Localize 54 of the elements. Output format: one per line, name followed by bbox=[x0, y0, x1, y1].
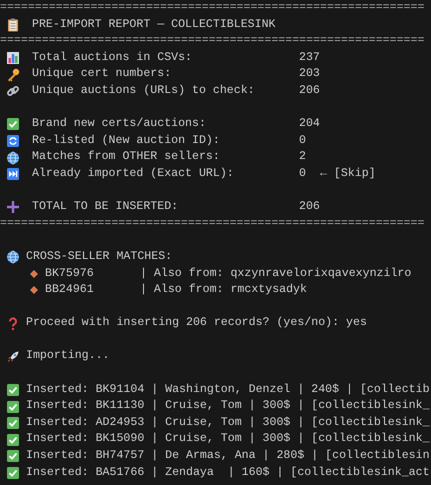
stat-label: TOTAL TO BE INSERTED: bbox=[32, 199, 180, 216]
question-mark-icon bbox=[6, 316, 20, 331]
diamond-bullet-icon bbox=[30, 286, 38, 294]
section-heading: CROSS-SELLER MATCHES: bbox=[26, 248, 172, 265]
globe-icon bbox=[6, 250, 20, 264]
stat-label: Total auctions in CSVs: bbox=[32, 50, 194, 66]
match-detail: | Also from: qxzynravelorixqavexynzilro bbox=[140, 266, 412, 282]
report-title: PRE-IMPORT REPORT — COLLECTIBLESINK bbox=[32, 16, 276, 33]
checkmark-icon bbox=[6, 466, 20, 480]
stat-value: 2 bbox=[299, 149, 306, 166]
separator-line: ============================================================= bbox=[0, 0, 424, 16]
checkmark-icon bbox=[6, 117, 20, 132]
plus-icon bbox=[6, 200, 20, 214]
log-line: Inserted: BK15090 | Cruise, Tom | 300$ | [collectiblesink_ bbox=[26, 431, 430, 448]
chain-link-icon bbox=[6, 84, 20, 98]
log-line: Inserted: BA51766 | Zendaya | 160$ | [collectiblesink_act bbox=[26, 464, 430, 481]
fast-forward-icon bbox=[6, 167, 20, 182]
stat-label: Unique auctions (URLs) to check: bbox=[32, 82, 256, 99]
log-line: Inserted: BH74757 | De Armas, Ana | 280$ | [collectiblesin bbox=[26, 448, 430, 464]
stat-label: Brand new certs/auctions: bbox=[32, 116, 207, 132]
globe-icon bbox=[6, 150, 20, 165]
log-line: Inserted: BK11130 | Cruise, Tom | 300$ | [collectiblesink_ bbox=[26, 398, 430, 414]
log-line: Inserted: BK91104 | Washington, Denzel | 240$ | [collectib bbox=[26, 382, 430, 398]
prompt-text: Proceed with inserting 206 records? (yes/no): yes bbox=[26, 315, 367, 332]
stat-value: 0 bbox=[299, 166, 306, 182]
skip-note: ← [Skip] bbox=[320, 166, 376, 182]
stat-label: Already imported (Exact URL): bbox=[32, 166, 235, 182]
checkmark-icon bbox=[6, 432, 20, 447]
stat-label: Unique cert numbers: bbox=[32, 66, 172, 82]
stat-value: 206 bbox=[299, 82, 320, 99]
checkmark-icon bbox=[6, 400, 20, 414]
diamond-bullet-icon bbox=[30, 270, 38, 278]
stat-value: 0 bbox=[299, 132, 306, 149]
stat-value: 206 bbox=[299, 199, 320, 216]
stat-value: 203 bbox=[299, 66, 320, 82]
bar-chart-icon bbox=[6, 51, 20, 66]
checkmark-icon bbox=[6, 449, 20, 464]
log-line: Inserted: AD24953 | Cruise, Tom | 300$ | [collectiblesink_ bbox=[26, 414, 430, 431]
separator-line: ============================================================= bbox=[0, 216, 424, 232]
stat-value: 204 bbox=[299, 116, 320, 132]
status-text: Importing... bbox=[26, 348, 110, 364]
cert-code: BK75976 bbox=[45, 266, 95, 282]
checkmark-icon bbox=[6, 416, 20, 430]
separator-line: ============================================================= bbox=[0, 33, 424, 50]
match-detail: | Also from: rmcxtysadyk bbox=[140, 282, 307, 298]
checkmark-icon bbox=[6, 382, 20, 397]
stat-label: Re-listed (New auction ID): bbox=[32, 132, 221, 149]
rocket-icon bbox=[6, 350, 20, 364]
cert-code: BB24961 bbox=[45, 282, 95, 298]
key-icon bbox=[6, 68, 20, 82]
stat-label: Matches from OTHER sellers: bbox=[32, 149, 221, 166]
clipboard-icon bbox=[6, 18, 20, 32]
refresh-icon bbox=[6, 134, 20, 148]
stat-value: 237 bbox=[299, 50, 320, 66]
